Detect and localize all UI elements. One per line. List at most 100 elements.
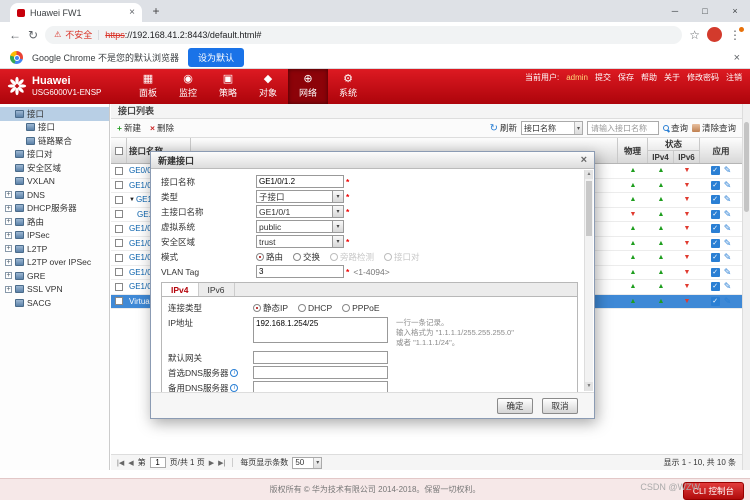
type-select[interactable]: 子接口▾: [256, 190, 344, 203]
tab-ipv6[interactable]: IPv6: [199, 283, 235, 296]
vlan-tag-input[interactable]: [256, 265, 344, 278]
sidebar-item[interactable]: +GRE: [0, 269, 109, 283]
primary-dns-input[interactable]: [253, 366, 388, 379]
edit-icon[interactable]: ✎: [724, 194, 732, 205]
row-checkbox[interactable]: [115, 210, 123, 218]
sidebar-item[interactable]: +SSL VPN: [0, 283, 109, 297]
page-number-input[interactable]: [150, 457, 166, 468]
window-minimize-button[interactable]: ─: [660, 0, 690, 22]
menu-item[interactable]: ▣策略: [208, 69, 248, 104]
sidebar-item[interactable]: 接口: [0, 107, 109, 121]
menu-item[interactable]: ▦面板: [128, 69, 168, 104]
expand-icon[interactable]: +: [5, 191, 12, 198]
refresh-button[interactable]: ↻刷新: [490, 122, 517, 134]
radio-option[interactable]: PPPoE: [342, 303, 379, 313]
ok-button[interactable]: 确定: [497, 398, 533, 414]
back-button[interactable]: ←: [9, 28, 21, 42]
expand-icon[interactable]: +: [5, 245, 12, 252]
profile-avatar[interactable]: [707, 27, 722, 42]
dialog-scrollbar[interactable]: ▲ ▼: [584, 170, 593, 391]
default-gateway-input[interactable]: [253, 351, 388, 364]
scrollbar-thumb[interactable]: [744, 122, 749, 212]
scroll-down-icon[interactable]: ▼: [585, 382, 593, 391]
edit-icon[interactable]: ✎: [724, 165, 732, 176]
window-close-button[interactable]: ×: [720, 0, 750, 22]
column-ipv6[interactable]: IPv6: [674, 151, 699, 163]
edit-icon[interactable]: ✎: [724, 296, 732, 307]
scroll-up-icon[interactable]: ▲: [585, 170, 593, 179]
header-link[interactable]: 注销: [726, 72, 742, 83]
dialog-scrollbar-thumb[interactable]: [586, 181, 592, 236]
sidebar-item[interactable]: 安全区域: [0, 161, 109, 175]
sidebar-item[interactable]: +L2TP over IPSec: [0, 256, 109, 270]
expand-icon[interactable]: +: [5, 272, 12, 279]
header-link[interactable]: 保存: [618, 72, 634, 83]
expand-icon[interactable]: +: [5, 286, 12, 293]
delete-button[interactable]: ×删除: [150, 122, 174, 134]
browser-menu-icon[interactable]: ⋮: [729, 28, 741, 42]
tab-close-icon[interactable]: ×: [129, 8, 135, 18]
search-input[interactable]: [587, 121, 659, 135]
row-checkbox[interactable]: [115, 297, 123, 305]
radio-option[interactable]: DHCP: [298, 303, 332, 313]
menu-item[interactable]: ⚙系统: [328, 69, 368, 104]
notification-close-icon[interactable]: ×: [734, 52, 740, 64]
column-physical[interactable]: 物理: [618, 138, 648, 163]
prev-page-icon[interactable]: ◀: [128, 459, 133, 467]
header-link[interactable]: 修改密码: [687, 72, 719, 83]
edit-icon[interactable]: ✎: [724, 209, 732, 220]
filter-field-select[interactable]: 接口名称▾: [521, 121, 583, 135]
first-page-icon[interactable]: |◀: [117, 459, 124, 467]
set-default-button[interactable]: 设为默认: [188, 48, 244, 67]
sidebar-item[interactable]: 接口: [0, 121, 109, 135]
last-page-icon[interactable]: ▶|: [218, 459, 225, 467]
edit-icon[interactable]: ✎: [724, 180, 732, 191]
bookmark-star-icon[interactable]: ☆: [689, 28, 700, 42]
url-field[interactable]: ⚠ 不安全 https://192.168.41.2:8443/default.…: [45, 26, 682, 44]
row-checkbox[interactable]: [115, 283, 123, 291]
sidebar-item[interactable]: 接口对: [0, 148, 109, 162]
secondary-dns-input[interactable]: [253, 381, 388, 392]
radio-option[interactable]: 静态IP: [253, 302, 288, 314]
radio-option[interactable]: 交换: [293, 251, 320, 263]
next-page-icon[interactable]: ▶: [209, 459, 214, 467]
interface-name-input[interactable]: [256, 175, 344, 188]
clear-query-button[interactable]: 清除查询: [692, 122, 736, 134]
ip-address-textarea[interactable]: 192.168.1.254/25: [253, 317, 388, 343]
new-button[interactable]: +新建: [117, 122, 141, 134]
window-maximize-button[interactable]: □: [690, 0, 720, 22]
collapse-icon[interactable]: ▼: [129, 197, 135, 203]
per-page-select[interactable]: 50▾: [292, 457, 322, 469]
expand-icon[interactable]: +: [5, 259, 12, 266]
edit-icon[interactable]: ✎: [724, 267, 732, 278]
row-checkbox[interactable]: [115, 225, 123, 233]
sidebar-item[interactable]: +DNS: [0, 188, 109, 202]
virtual-system-select[interactable]: public▾: [256, 220, 344, 233]
sidebar-item[interactable]: +DHCP服务器: [0, 202, 109, 216]
expand-icon[interactable]: +: [5, 205, 12, 212]
header-link[interactable]: 提交: [595, 72, 611, 83]
parent-interface-select[interactable]: GE1/0/1▾: [256, 205, 344, 218]
menu-item[interactable]: ⊕网络: [288, 69, 328, 104]
sidebar-item[interactable]: VXLAN: [0, 175, 109, 189]
edit-icon[interactable]: ✎: [724, 238, 732, 249]
sidebar-item[interactable]: +L2TP: [0, 242, 109, 256]
sidebar-item[interactable]: 链路聚合: [0, 134, 109, 148]
row-checkbox[interactable]: [115, 196, 123, 204]
sidebar-item[interactable]: +IPSec: [0, 229, 109, 243]
sidebar-item[interactable]: +路由: [0, 215, 109, 229]
reload-button[interactable]: ↻: [28, 28, 38, 42]
row-checkbox[interactable]: [115, 167, 123, 175]
page-scrollbar[interactable]: [742, 104, 750, 470]
browser-tab[interactable]: Huawei FW1 ×: [10, 3, 142, 22]
header-link[interactable]: 关于: [664, 72, 680, 83]
column-ipv4[interactable]: IPv4: [648, 151, 674, 163]
edit-icon[interactable]: ✎: [724, 281, 732, 292]
edit-icon[interactable]: ✎: [724, 223, 732, 234]
dialog-close-icon[interactable]: ×: [581, 154, 587, 166]
edit-icon[interactable]: ✎: [724, 252, 732, 263]
menu-item[interactable]: ◉监控: [168, 69, 208, 104]
tab-ipv4[interactable]: IPv4: [162, 283, 199, 296]
menu-item[interactable]: ◆对象: [248, 69, 288, 104]
header-link[interactable]: 帮助: [641, 72, 657, 83]
